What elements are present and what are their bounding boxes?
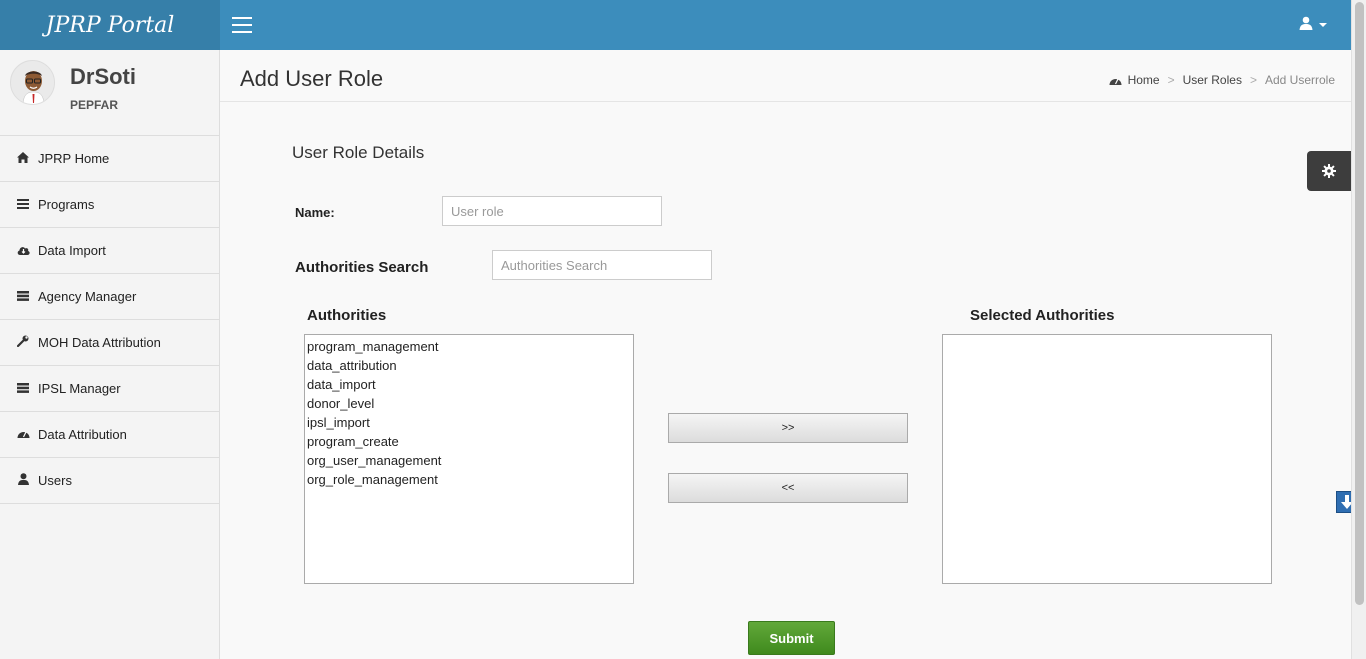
remove-authority-button[interactable]: <<	[668, 473, 908, 503]
gear-icon	[1322, 164, 1336, 178]
sidebar-item-label: Agency Manager	[38, 289, 137, 304]
list-item[interactable]: data_attribution	[307, 356, 631, 375]
breadcrumb-user-roles[interactable]: User Roles	[1183, 73, 1242, 87]
breadcrumb: Home > User Roles > Add Userrole	[1109, 73, 1335, 87]
app-logo[interactable]: JPRP Portal	[0, 0, 220, 50]
server-icon	[16, 290, 30, 304]
bars-icon	[16, 198, 30, 212]
sidebar-item-data-import[interactable]: Data Import	[0, 228, 219, 274]
list-item[interactable]: org_role_management	[307, 470, 631, 489]
add-authority-button[interactable]: >>	[668, 413, 908, 443]
dashboard-icon	[1109, 78, 1122, 85]
sidebar-item-label: MOH Data Attribution	[38, 335, 161, 350]
sidebar: DrSoti PEPFAR JPRP Home Programs Data Im…	[0, 50, 220, 659]
sidebar-item-ipsl-manager[interactable]: IPSL Manager	[0, 366, 219, 412]
page-scrollbar[interactable]	[1351, 0, 1366, 659]
scrollbar-thumb[interactable]	[1355, 2, 1364, 605]
breadcrumb-current: Add Userrole	[1264, 73, 1335, 87]
sidebar-item-users[interactable]: Users	[0, 458, 219, 504]
top-navbar	[220, 0, 1351, 50]
list-item[interactable]: org_user_management	[307, 451, 631, 470]
selected-authorities-listbox[interactable]	[942, 334, 1272, 584]
name-label: Name:	[295, 205, 335, 220]
sidebar-item-label: Data Import	[38, 243, 106, 258]
sidebar-item-programs[interactable]: Programs	[0, 182, 219, 228]
content-header: Add User Role Home > User Roles > Add Us…	[220, 50, 1351, 102]
selected-authorities-label: Selected Authorities	[970, 307, 1115, 324]
sidebar-item-jprp-home[interactable]: JPRP Home	[0, 136, 219, 182]
avatar	[10, 60, 55, 105]
authorities-listbox[interactable]: program_management data_attribution data…	[304, 334, 634, 584]
user-menu-dropdown[interactable]	[1299, 16, 1327, 30]
section-title: User Role Details	[292, 143, 425, 162]
list-item[interactable]: program_management	[307, 337, 631, 356]
settings-toggle[interactable]	[1307, 151, 1351, 191]
authorities-label: Authorities	[307, 307, 387, 324]
list-item[interactable]: data_import	[307, 375, 631, 394]
authorities-search-input[interactable]	[492, 250, 712, 280]
breadcrumb-separator: >	[1249, 73, 1257, 87]
sidebar-item-agency-manager[interactable]: Agency Manager	[0, 274, 219, 320]
server-icon	[16, 382, 30, 396]
list-item[interactable]: donor_level	[307, 394, 631, 413]
dashboard-icon	[16, 428, 30, 442]
user-name: DrSoti	[70, 64, 136, 89]
list-item[interactable]: ipsl_import	[307, 413, 631, 432]
cloud-download-icon	[16, 244, 30, 258]
user-icon	[1299, 16, 1313, 30]
authorities-search-label: Authorities Search	[295, 259, 429, 276]
sidebar-item-label: Programs	[38, 197, 95, 212]
sidebar-item-label: Data Attribution	[38, 427, 127, 442]
sidebar-item-data-attribution[interactable]: Data Attribution	[0, 412, 219, 458]
list-item[interactable]: program_create	[307, 432, 631, 451]
sidebar-item-moh-data-attribution[interactable]: MOH Data Attribution	[0, 320, 219, 366]
breadcrumb-separator: >	[1167, 73, 1175, 87]
user-org: PEPFAR	[70, 98, 119, 112]
user-panel: DrSoti PEPFAR	[0, 50, 219, 136]
home-icon	[16, 151, 30, 166]
sidebar-toggle-icon[interactable]	[232, 17, 252, 33]
submit-button[interactable]: Submit	[748, 621, 835, 655]
breadcrumb-home[interactable]: Home	[1128, 73, 1160, 87]
wrench-icon	[16, 335, 30, 350]
sidebar-item-label: Users	[38, 473, 72, 488]
user-icon	[16, 473, 30, 488]
sidebar-item-label: JPRP Home	[38, 151, 110, 166]
chevron-down-icon	[1319, 23, 1327, 27]
page-title: Add User Role	[240, 66, 384, 91]
user-role-name-input[interactable]	[442, 196, 662, 226]
sidebar-item-label: IPSL Manager	[38, 381, 121, 396]
